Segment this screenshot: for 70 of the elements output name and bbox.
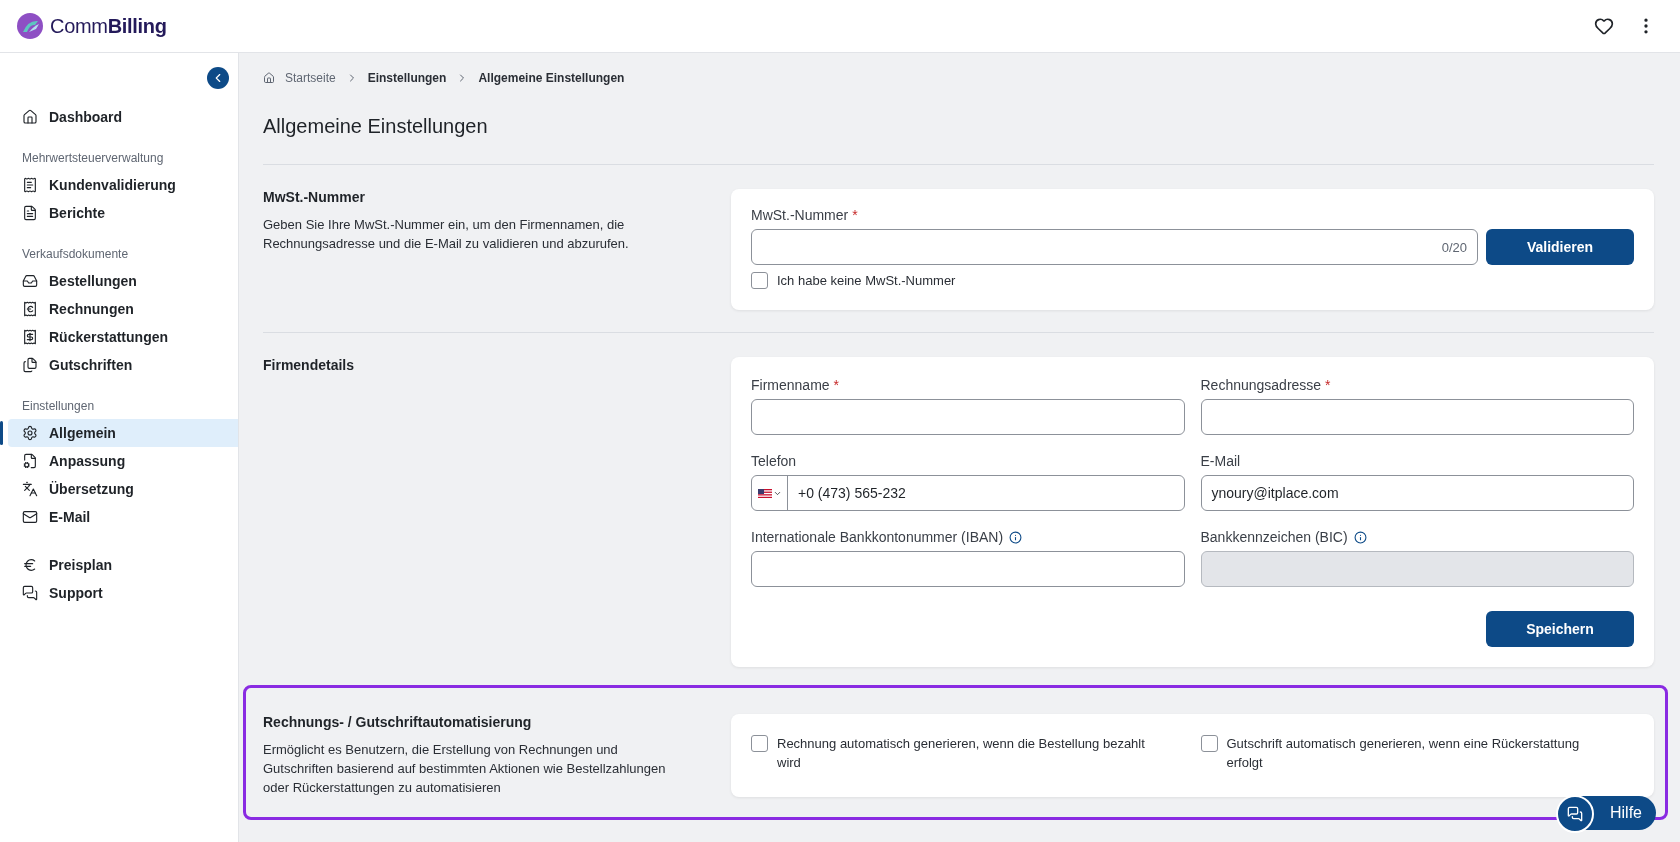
document-gear-icon xyxy=(22,453,38,469)
inbox-icon xyxy=(22,273,38,289)
checkbox-label: Gutschrift automatisch generieren, wenn eine Rückerstattung erfolgt xyxy=(1226,735,1581,772)
phone-field[interactable]: +0 (473) 565-232 xyxy=(751,475,1185,511)
settings-icon xyxy=(22,425,38,441)
checkbox-label: Rechnung automatisch generieren, wenn die Bestellung bezahlt wird xyxy=(777,735,1146,772)
translate-icon xyxy=(22,481,38,497)
euro-icon xyxy=(22,557,38,573)
help-button[interactable]: Hilfe xyxy=(1558,796,1656,830)
field-label: Bankkennzeichen (BIC) xyxy=(1200,529,1348,545)
sidebar-item[interactable]: Rechnungen xyxy=(0,295,238,323)
field-label: MwSt.-Nummer xyxy=(751,207,849,223)
page-title: Allgemeine Einstellungen xyxy=(263,115,489,138)
field-label: Internationale Bankkontonummer (IBAN) xyxy=(751,529,1004,545)
breadcrumb-link[interactable]: Einstellungen xyxy=(367,71,447,85)
checkbox-label: Ich habe keine MwSt.-Nummer xyxy=(777,272,956,290)
checkbox[interactable] xyxy=(751,272,768,289)
section-title: Firmendetails xyxy=(263,357,356,373)
sidebar-heading: Mehrwertsteuerverwaltung xyxy=(21,151,165,167)
flag-icon xyxy=(757,488,772,498)
document-icon xyxy=(22,205,38,221)
save-button[interactable]: Speichern xyxy=(1486,611,1634,647)
sidebar-heading: Einstellungen xyxy=(21,399,96,415)
checkbox[interactable] xyxy=(1200,735,1218,752)
input-field[interactable] xyxy=(751,551,1185,587)
brand-name: CommBilling xyxy=(50,14,167,38)
sidebar-item[interactable]: E-Mail xyxy=(0,503,238,531)
input-field[interactable] xyxy=(1200,399,1634,435)
input-field[interactable]: ynoury@itplace.com xyxy=(1200,475,1634,511)
field-label: E-Mail xyxy=(1200,453,1241,469)
logo-icon xyxy=(16,12,44,40)
sidebar-item[interactable]: Anpassung xyxy=(0,447,238,475)
sidebar-item[interactable]: Dashboard xyxy=(0,103,238,131)
field-label: Telefon xyxy=(751,453,797,469)
euro-receipt-icon xyxy=(22,301,38,317)
required-mark: * xyxy=(832,377,839,393)
required-mark: * xyxy=(851,207,858,223)
files-icon xyxy=(22,357,38,373)
sidebar-item[interactable]: Berichte xyxy=(0,199,238,227)
house-icon xyxy=(22,109,38,125)
input-field[interactable]: 0/20 xyxy=(751,229,1478,265)
sidebar-item[interactable]: Rückerstattungen xyxy=(0,323,238,351)
input-field[interactable] xyxy=(751,399,1185,435)
chat-icon xyxy=(1567,806,1583,822)
field-label: Rechnungsadresse xyxy=(1200,377,1322,393)
section-title: Rechnungs- / Gutschriftautomatisierung xyxy=(263,714,533,730)
validate-button[interactable]: Validieren xyxy=(1486,229,1634,265)
breadcrumb-link[interactable]: Allgemeine Einstellungen xyxy=(478,71,625,85)
character-counter: 0/20 xyxy=(1441,239,1467,255)
sidebar-item[interactable]: Kundenvalidierung xyxy=(0,171,238,199)
sidebar-heading: Verkaufsdokumente xyxy=(21,247,130,263)
required-mark: * xyxy=(1324,377,1331,393)
chat-icon xyxy=(22,585,38,601)
home-icon xyxy=(263,72,275,84)
sidebar-item[interactable]: Support xyxy=(0,579,238,607)
receipt-icon xyxy=(22,177,38,193)
section-description: Ermöglicht es Benutzern, die Erstellung von Rechnungen und Gutschriften basierend auf bestimmten Aktionen wie Bestellzahlungen oder Rückerstattungen zu automatisieren xyxy=(263,741,667,797)
sidebar-item[interactable]: Gutschriften xyxy=(0,351,238,379)
receipt-icon xyxy=(22,329,38,345)
sidebar-item[interactable]: Preisplan xyxy=(0,551,238,579)
sidebar-item[interactable]: Bestellungen xyxy=(0,267,238,295)
breadcrumb-link[interactable]: Startseite xyxy=(285,71,336,85)
collapse-button[interactable] xyxy=(207,67,229,89)
mail-icon xyxy=(22,509,38,525)
heart-icon[interactable] xyxy=(1594,16,1614,36)
section-description: Geben Sie Ihre MwSt.-Nummer ein, um den Firmennamen, die Rechnungsadresse und die E-Mail zu validieren und abzurufen. xyxy=(263,216,630,253)
sidebar-item[interactable]: Übersetzung xyxy=(0,475,238,503)
field-label: Firmenname xyxy=(751,377,830,393)
checkbox[interactable] xyxy=(751,735,768,752)
section-title: MwSt.-Nummer xyxy=(263,189,366,205)
